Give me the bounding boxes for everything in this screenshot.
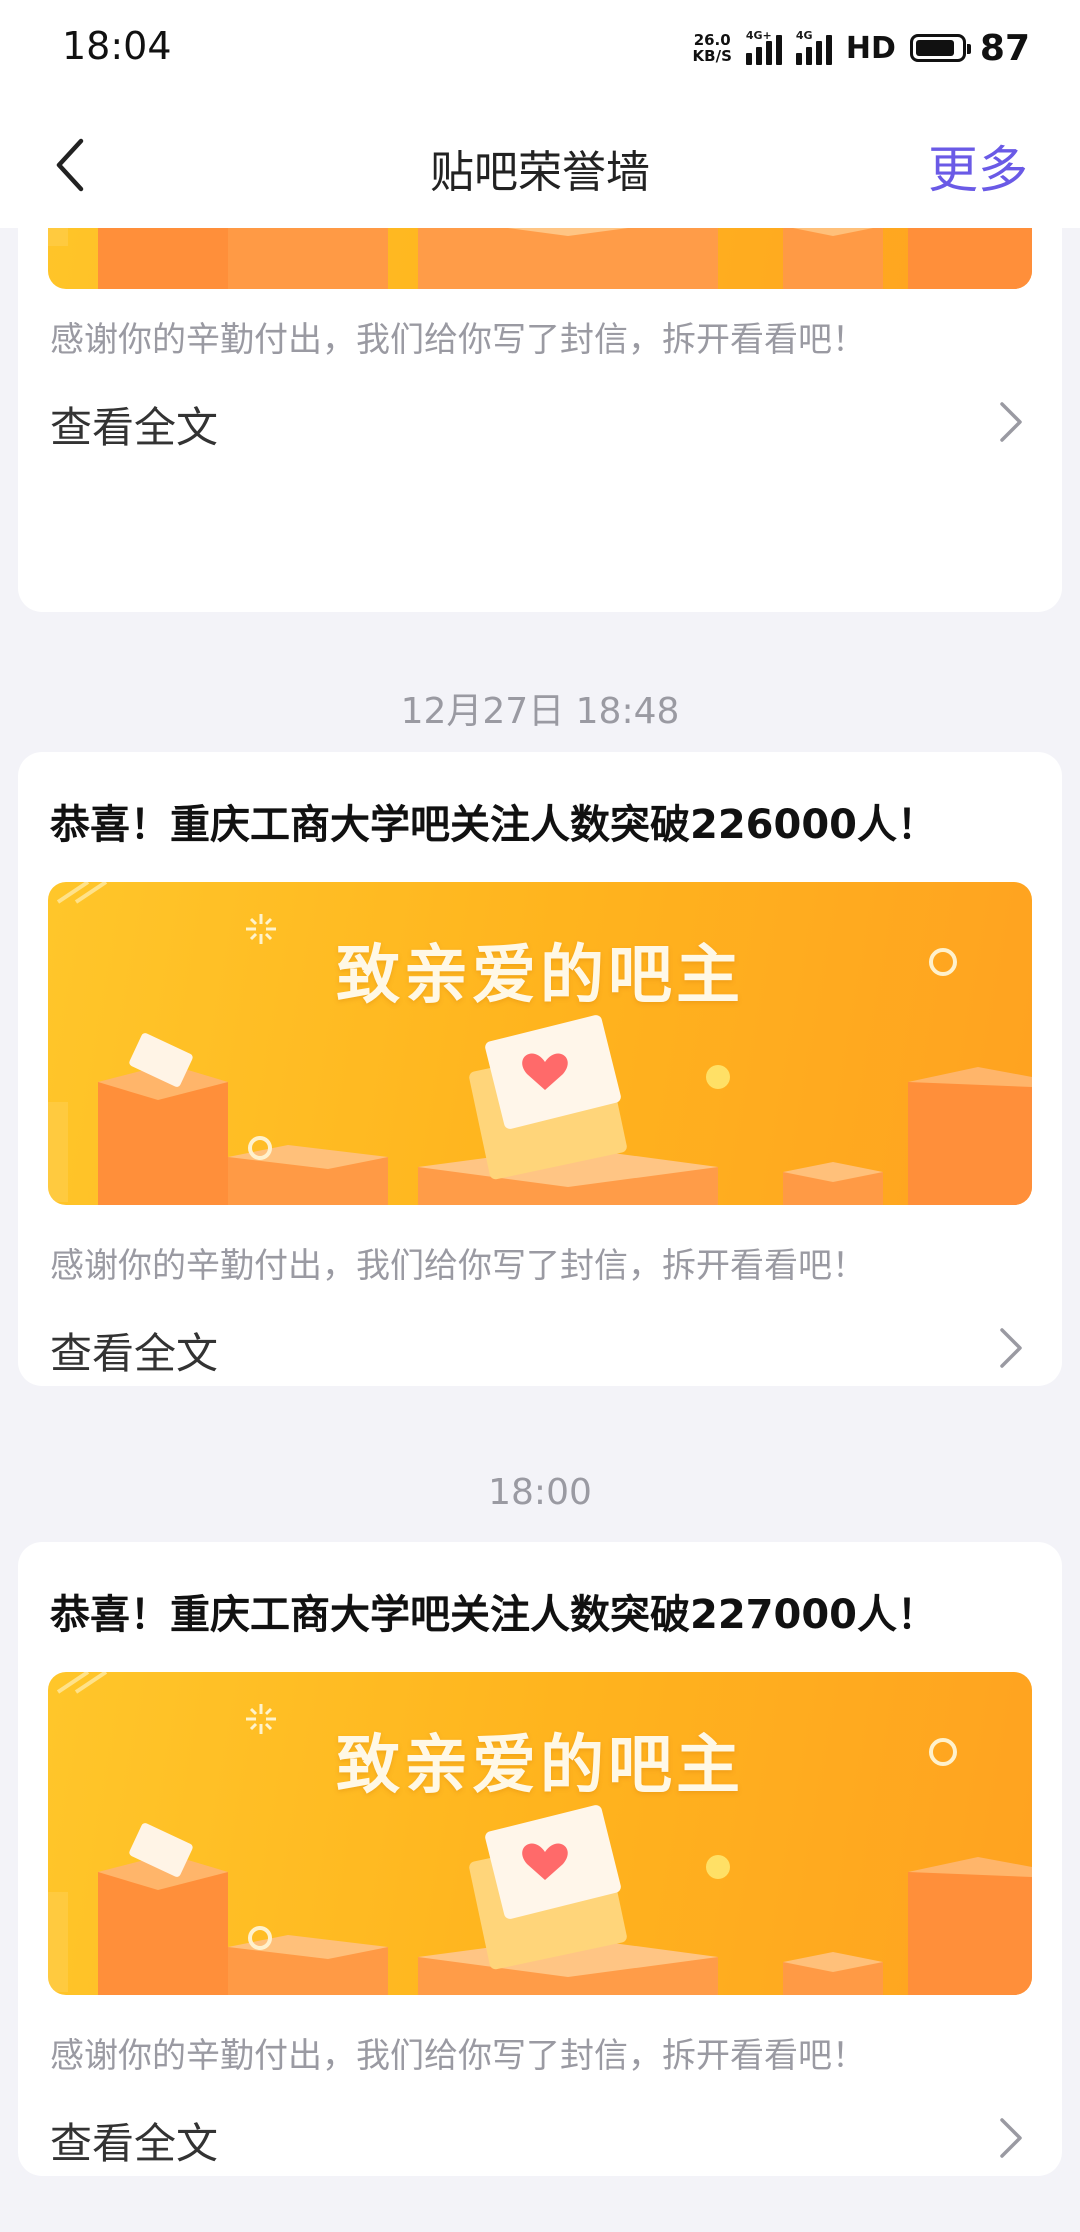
page-title: 贴吧荣誉墙: [430, 147, 650, 198]
message-card: 恭喜！重庆工商大学吧关注人数突破226000人！ 致亲爱的吧主 感谢你的辛勤付出…: [18, 752, 1062, 1386]
read-more-label: 查看全文: [50, 403, 219, 452]
message-description: 感谢你的辛勤付出，我们给你写了封信，拆开看看吧！: [50, 320, 866, 360]
signal-tag: 4G: [795, 29, 813, 42]
chevron-right-icon: [1000, 2118, 1022, 2158]
status-time: 18:04: [62, 24, 172, 68]
read-more-label: 查看全文: [50, 2119, 219, 2168]
network-speed-unit: KB/S: [692, 47, 732, 65]
read-more-row[interactable]: 查看全文: [18, 386, 1062, 456]
status-bar: 18:04 26.0 KB/S 4G+ 4G HD 87: [0, 0, 1080, 100]
message-description: 感谢你的辛勤付出，我们给你写了封信，拆开看看吧！: [50, 1246, 866, 1286]
hd-indicator: HD: [845, 30, 896, 66]
status-icons: 26.0 KB/S 4G+ 4G HD 87: [693, 26, 1030, 70]
chevron-right-icon: [1000, 402, 1022, 442]
more-button[interactable]: 更多: [928, 130, 1028, 202]
message-card: 恭喜！重庆工商大学吧关注人数突破227000人！ 致亲爱的吧主 感谢你的辛勤付出…: [18, 1542, 1062, 2176]
message-timestamp: 18:00: [488, 1472, 592, 1513]
network-speed-value: 26.0: [693, 31, 731, 49]
banner-image[interactable]: 致亲爱的吧主: [48, 1672, 1032, 1995]
banner-heading: 致亲爱的吧主: [336, 939, 744, 1013]
message-list[interactable]: 感谢你的辛勤付出，我们给你写了封信，拆开看看吧！ 查看全文 12月27日 18:…: [0, 228, 1080, 2232]
signal-icon: 4G+: [745, 29, 782, 65]
battery-icon: [909, 34, 971, 62]
signal-icon: 4G: [795, 29, 832, 65]
chevron-right-icon: [1000, 1328, 1022, 1368]
message-description: 感谢你的辛勤付出，我们给你写了封信，拆开看看吧！: [50, 2036, 866, 2076]
banner-heading: 致亲爱的吧主: [336, 1729, 744, 1803]
banner-illustration: [48, 228, 1032, 289]
network-speed: 26.0 KB/S: [693, 32, 732, 64]
read-more-label: 查看全文: [50, 1329, 219, 1378]
message-card: 感谢你的辛勤付出，我们给你写了封信，拆开看看吧！ 查看全文: [18, 228, 1062, 612]
battery-level: 87: [979, 27, 1030, 69]
banner-image[interactable]: 致亲爱的吧主: [48, 882, 1032, 1205]
signal-tag: 4G+: [745, 29, 772, 42]
message-title: 恭喜！重庆工商大学吧关注人数突破227000人！: [50, 1592, 937, 1638]
nav-bar: 贴吧荣誉墙 更多: [0, 100, 1080, 228]
banner-image[interactable]: [48, 228, 1032, 289]
message-title: 恭喜！重庆工商大学吧关注人数突破226000人！: [50, 802, 937, 848]
message-timestamp: 12月27日 18:48: [400, 691, 680, 732]
read-more-row[interactable]: 查看全文: [18, 2102, 1062, 2172]
read-more-row[interactable]: 查看全文: [18, 1312, 1062, 1382]
